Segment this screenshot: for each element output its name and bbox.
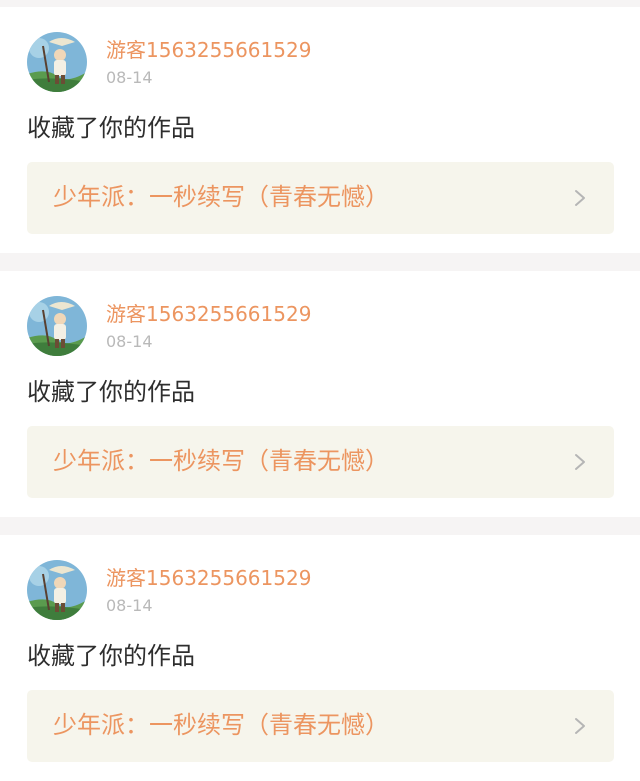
notification-action: 收藏了你的作品: [27, 378, 195, 406]
avatar-illustration-icon: [27, 296, 87, 356]
user-avatar[interactable]: [27, 296, 87, 356]
avatar-illustration-icon: [27, 32, 87, 92]
work-link-button[interactable]: 少年派：一秒续写（青春无憾）: [27, 426, 614, 498]
user-avatar[interactable]: [27, 32, 87, 92]
notification-card: 游客1563255661529 08-14 收藏了你的作品 少年派：一秒续写（青…: [0, 271, 640, 517]
username[interactable]: 游客1563255661529: [106, 301, 311, 327]
avatar-illustration-icon: [27, 560, 87, 620]
notification-date: 08-14: [106, 596, 153, 615]
chevron-right-icon: [575, 718, 585, 734]
notification-action: 收藏了你的作品: [27, 642, 195, 670]
notification-date: 08-14: [106, 68, 153, 87]
notification-feed: 游客1563255661529 08-14 收藏了你的作品 少年派：一秒续写（青…: [0, 0, 640, 781]
user-avatar[interactable]: [27, 560, 87, 620]
notification-date: 08-14: [106, 332, 153, 351]
chevron-right-icon: [575, 190, 585, 206]
username[interactable]: 游客1563255661529: [106, 565, 311, 591]
username[interactable]: 游客1563255661529: [106, 37, 311, 63]
notification-card: 游客1563255661529 08-14 收藏了你的作品 少年派：一秒续写（青…: [0, 7, 640, 253]
notification-card: 游客1563255661529 08-14 收藏了你的作品 少年派：一秒续写（青…: [0, 535, 640, 781]
work-title: 少年派：一秒续写（青春无憾）: [53, 183, 389, 211]
chevron-right-icon: [575, 454, 585, 470]
work-title: 少年派：一秒续写（青春无憾）: [53, 711, 389, 739]
work-link-button[interactable]: 少年派：一秒续写（青春无憾）: [27, 162, 614, 234]
work-title: 少年派：一秒续写（青春无憾）: [53, 447, 389, 475]
work-link-button[interactable]: 少年派：一秒续写（青春无憾）: [27, 690, 614, 762]
notification-action: 收藏了你的作品: [27, 114, 195, 142]
